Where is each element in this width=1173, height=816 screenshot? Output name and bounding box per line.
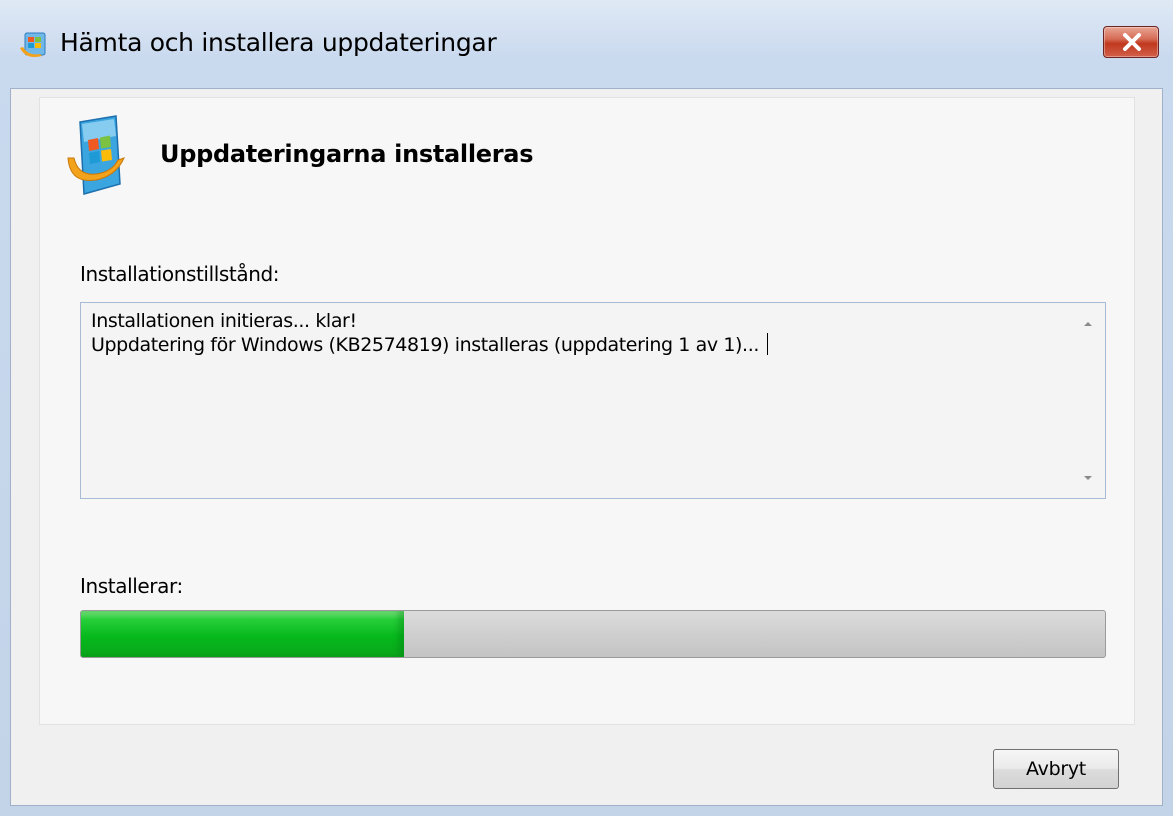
cancel-button[interactable]: Avbryt	[993, 749, 1119, 789]
windows-update-icon	[66, 114, 132, 198]
close-icon	[1123, 33, 1141, 51]
log-line: Uppdatering för Windows (KB2574819) inst…	[91, 334, 759, 356]
content-panel: Uppdateringarna installeras Installation…	[39, 97, 1135, 725]
install-progress-bar	[80, 610, 1106, 658]
chevron-down-icon[interactable]	[1079, 469, 1097, 487]
progress-label: Installerar:	[80, 574, 183, 598]
window-title: Hämta och installera uppdateringar	[60, 28, 497, 57]
dialog-window: Hämta och installera uppdateringar Uppda…	[0, 0, 1173, 816]
page-heading: Uppdateringarna installeras	[160, 140, 534, 168]
log-lines: Installationen initieras... klar! Uppdat…	[91, 309, 768, 357]
dialog-client-area: Uppdateringarna installeras Installation…	[10, 88, 1163, 806]
installation-status-label: Installationstillstånd:	[80, 262, 280, 286]
text-caret	[766, 333, 768, 355]
close-button[interactable]	[1103, 26, 1159, 58]
windows-update-icon	[18, 30, 52, 60]
progress-fill	[81, 611, 404, 657]
log-line-with-caret: Uppdatering för Windows (KB2574819) inst…	[91, 333, 768, 357]
chevron-up-icon[interactable]	[1079, 315, 1097, 333]
installation-log[interactable]: Installationen initieras... klar! Uppdat…	[80, 302, 1106, 499]
title-bar: Hämta och installera uppdateringar	[0, 0, 1173, 88]
log-line: Installationen initieras... klar!	[91, 310, 357, 332]
